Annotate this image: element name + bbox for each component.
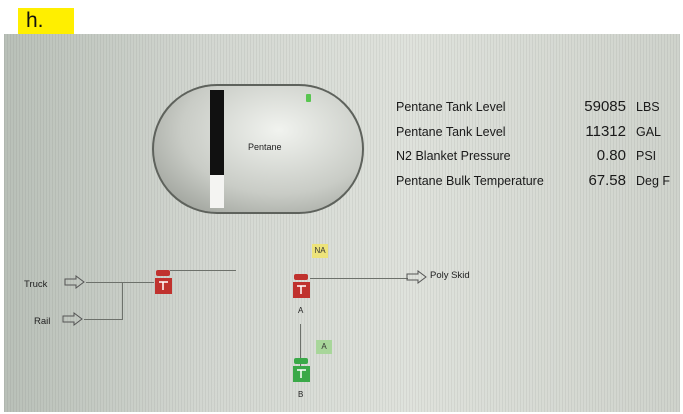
- pump-b-icon[interactable]: [292, 358, 312, 384]
- discharge-line: [310, 278, 408, 279]
- flow-arrow-icon: [406, 270, 427, 284]
- readout-name: Pentane Tank Level: [396, 124, 506, 139]
- truck-line: [86, 282, 154, 283]
- inlet-valve-icon[interactable]: [154, 270, 174, 296]
- readout-unit: PSI: [636, 149, 657, 163]
- rail-line: [84, 319, 122, 320]
- readout-name: Pentane Tank Level: [396, 100, 506, 114]
- readout-unit: GAL: [636, 124, 662, 139]
- readout-value: 0.80: [596, 147, 626, 164]
- tank-label: Pentane: [248, 142, 282, 152]
- tank-status-indicator: [306, 94, 311, 102]
- readout-unit: Deg F: [636, 173, 671, 188]
- readout-name: N2 Blanket Pressure: [396, 149, 511, 163]
- rail-join-line: [122, 282, 123, 320]
- readout-row: Pentane Bulk Temperature 67.58 Deg F: [396, 171, 680, 199]
- truck-source-label: Truck: [24, 279, 48, 290]
- readout-row: N2 Blanket Pressure 0.80 PSI: [396, 147, 680, 174]
- hmi-screen: Pentane Pentane Tank Level 59085 LBS Pen…: [4, 34, 680, 412]
- destination-label: Poly Skid: [430, 270, 470, 281]
- pump-b-label: B: [298, 390, 304, 399]
- pump-b-status-badge: A: [316, 340, 332, 354]
- readout-name: Pentane Bulk Temperature: [396, 173, 544, 188]
- flow-arrow-icon: [64, 275, 85, 289]
- readout-value: 59085: [584, 98, 626, 115]
- readout-value: 11312: [585, 122, 626, 140]
- pump-a-status-badge: NA: [312, 244, 328, 258]
- flow-arrow-icon: [62, 312, 83, 326]
- readout-unit: LBS: [636, 100, 660, 114]
- pump-a-label: A: [298, 306, 304, 315]
- tank-level-fill: [210, 174, 224, 208]
- figure-label: h.: [18, 8, 74, 34]
- readout-row: Pentane Tank Level 11312 GAL: [396, 122, 680, 150]
- supply-header-line: [170, 270, 236, 271]
- readout-panel: Pentane Tank Level 59085 LBS Pentane Tan…: [396, 98, 680, 199]
- pentane-tank[interactable]: Pentane: [152, 84, 364, 214]
- pump-a-icon[interactable]: [292, 274, 312, 300]
- tank-level-bar: [210, 90, 224, 208]
- readout-row: Pentane Tank Level 59085 LBS: [396, 98, 680, 125]
- rail-source-label: Rail: [34, 316, 51, 327]
- readout-value: 67.58: [588, 171, 626, 189]
